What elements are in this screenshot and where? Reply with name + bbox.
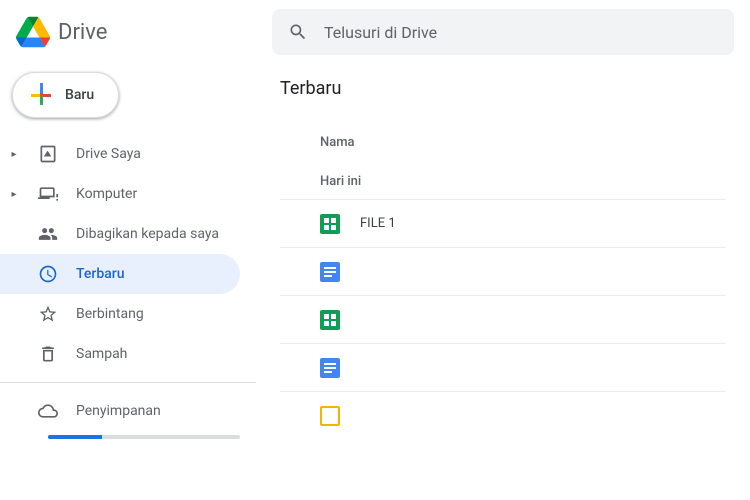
plus-icon [29,83,53,107]
file-row[interactable] [280,391,726,439]
sidebar-item-label: Komputer [76,186,137,202]
sidebar-item-storage[interactable]: Penyimpanan [0,391,240,431]
sidebar-item-trash[interactable]: Sampah [0,334,240,374]
sheets-icon [320,310,340,330]
file-row[interactable] [280,247,726,295]
chevron-right-icon: ▸ [8,189,20,200]
recent-icon [38,264,58,284]
sidebar-item-starred[interactable]: Berbintang [0,294,240,334]
sidebar: Baru ▸ Drive Saya ▸ Komputer Dibagikan k… [0,64,256,500]
page-title: Terbaru [280,78,726,99]
storage-bar [48,435,240,439]
sidebar-item-label: Dibagikan kepada saya [76,226,219,242]
logo[interactable]: Drive [16,15,272,49]
search-icon [288,22,308,42]
section-label: Hari ini [280,164,726,199]
file-row[interactable]: FILE 1 [280,199,726,247]
shared-icon [38,224,58,244]
sidebar-item-my-drive[interactable]: ▸ Drive Saya [0,134,240,174]
new-button-label: Baru [65,87,94,103]
header: Drive [0,0,750,64]
docs-icon [320,358,340,378]
cloud-icon [38,401,58,421]
star-icon [38,304,58,324]
sheets-icon [320,214,340,234]
main: Terbaru Nama Hari ini FILE 1 [256,64,750,500]
sidebar-item-computers[interactable]: ▸ Komputer [0,174,240,214]
trash-icon [38,344,58,364]
sidebar-item-label: Terbaru [76,266,124,282]
new-button[interactable]: Baru [12,72,119,118]
sidebar-item-recent[interactable]: Terbaru [0,254,240,294]
app-name: Drive [58,20,107,45]
drive-logo-icon [16,15,50,49]
slides-icon [320,406,340,426]
sidebar-item-label: Penyimpanan [76,403,161,419]
my-drive-icon [38,144,58,164]
file-row[interactable] [280,343,726,391]
sidebar-item-label: Sampah [76,346,127,362]
sidebar-item-shared[interactable]: Dibagikan kepada saya [0,214,240,254]
file-name: FILE 1 [360,216,396,231]
file-row[interactable] [280,295,726,343]
column-header-name[interactable]: Nama [280,127,726,164]
divider [0,382,256,383]
chevron-right-icon: ▸ [8,149,20,160]
docs-icon [320,262,340,282]
computers-icon [38,184,58,204]
search-input[interactable] [324,23,718,42]
search-bar[interactable] [272,9,734,55]
sidebar-item-label: Berbintang [76,306,144,322]
sidebar-item-label: Drive Saya [76,146,141,162]
